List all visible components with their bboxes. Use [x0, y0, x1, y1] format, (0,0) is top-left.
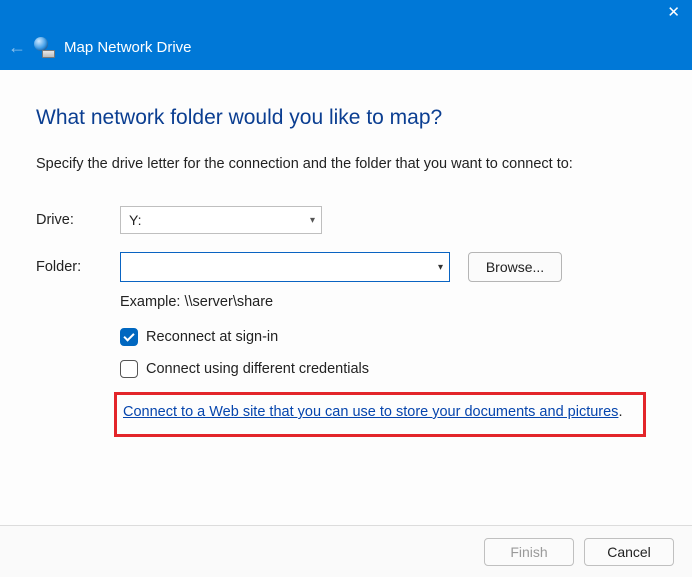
folder-row: Folder: ▾ Browse... [36, 252, 656, 282]
folder-combobox[interactable]: ▾ [120, 252, 450, 282]
cancel-button[interactable]: Cancel [584, 538, 674, 566]
titlebar: ✕ [0, 0, 692, 24]
finish-button: Finish [484, 538, 574, 566]
browse-button[interactable]: Browse... [468, 252, 562, 282]
back-arrow-icon[interactable]: ← [6, 37, 34, 58]
drive-label: Drive: [36, 212, 120, 228]
website-link-highlight: Connect to a Web site that you can use t… [114, 392, 646, 437]
chevron-down-icon: ▾ [438, 262, 443, 273]
network-drive-icon [34, 37, 54, 57]
folder-label: Folder: [36, 259, 120, 275]
page-heading: What network folder would you like to ma… [36, 106, 656, 130]
options-block: Example: \\server\share Reconnect at sig… [120, 294, 656, 378]
example-text: Example: \\server\share [120, 294, 656, 310]
instruction-text: Specify the drive letter for the connect… [36, 156, 656, 172]
website-link[interactable]: Connect to a Web site that you can use t… [123, 404, 618, 420]
close-icon[interactable]: ✕ [667, 5, 680, 20]
reconnect-row[interactable]: Reconnect at sign-in [120, 328, 656, 346]
chevron-down-icon: ▾ [310, 215, 315, 226]
window-title: Map Network Drive [64, 39, 192, 56]
content-area: What network folder would you like to ma… [0, 70, 692, 437]
reconnect-checkbox[interactable] [120, 328, 138, 346]
diffcred-row[interactable]: Connect using different credentials [120, 360, 656, 378]
diffcred-checkbox[interactable] [120, 360, 138, 378]
drive-value: Y: [129, 212, 141, 228]
reconnect-label: Reconnect at sign-in [146, 329, 278, 345]
footer: Finish Cancel [0, 525, 692, 577]
drive-row: Drive: Y: ▾ [36, 206, 656, 234]
wizard-header: ← Map Network Drive [0, 24, 692, 70]
diffcred-label: Connect using different credentials [146, 361, 369, 377]
drive-select[interactable]: Y: ▾ [120, 206, 322, 234]
